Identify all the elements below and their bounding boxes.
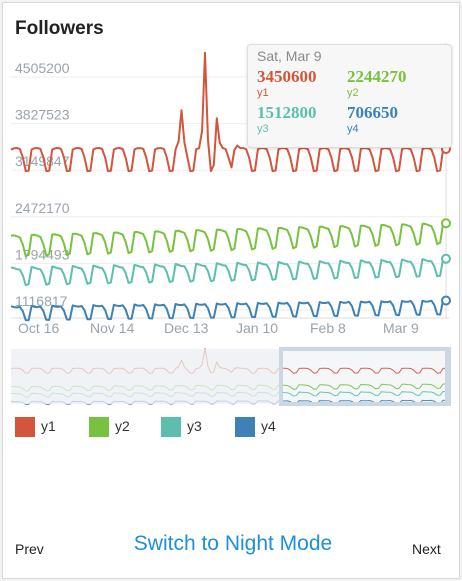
tooltip-date: Sat, Mar 9 (257, 48, 322, 64)
prev-button[interactable]: Prev (15, 541, 44, 557)
series-line-y3 (10, 257, 450, 287)
legend-label-y2: y2 (115, 418, 130, 434)
tooltip-value-y4: 706650 (347, 103, 398, 122)
x-tick-label: Mar 9 (383, 320, 419, 336)
night-mode-button[interactable]: Switch to Night Mode (111, 532, 355, 556)
legend-label-y3: y3 (187, 418, 202, 434)
tooltip-value-y2: 2244270 (347, 67, 407, 86)
legend-swatch-y2 (89, 417, 109, 437)
x-tick-label: Feb 8 (310, 320, 346, 336)
x-tick-label: Oct 16 (18, 320, 59, 336)
y-tick-label: 2472170 (15, 200, 70, 216)
hover-dot-y3 (441, 253, 451, 264)
navigator-mask (11, 349, 281, 404)
legend-swatch-y4 (235, 417, 255, 437)
hover-dot-y4 (441, 295, 451, 306)
tooltip-value-y3: 1512800 (257, 103, 317, 122)
legend-label-y4: y4 (261, 418, 276, 434)
legend-label-y1: y1 (41, 418, 56, 434)
tooltip-name-y2: y2 (347, 87, 359, 99)
legend-swatch-y3 (161, 417, 181, 437)
hover-dot-y2 (441, 218, 451, 229)
next-button[interactable]: Next (412, 541, 441, 557)
series-line-y2 (10, 222, 450, 258)
tooltip: Sat, Mar 9 3450600 y1 2244270 y2 1512800… (247, 44, 452, 148)
legend-swatch-y1 (15, 417, 35, 437)
tooltip-name-y4: y4 (347, 123, 359, 135)
tooltip-name-y3: y3 (257, 123, 269, 135)
y-tick-label: 3827523 (15, 107, 70, 123)
tooltip-name-y1: y1 (257, 87, 269, 99)
chart-card: Followers 4505200 3827523 3149847 2472170 17… (2, 2, 460, 579)
tooltip-value-y1: 3450600 (257, 67, 317, 86)
x-tick-label: Dec 13 (164, 320, 209, 336)
y-tick-label: 4505200 (15, 60, 70, 76)
x-tick-label: Jan 10 (236, 320, 278, 336)
x-tick-label: Nov 14 (90, 320, 135, 336)
legend: y1 y2 y3 y4 (3, 417, 459, 441)
navigator-handle-left (279, 349, 283, 404)
navigator-handle-right (445, 349, 449, 404)
